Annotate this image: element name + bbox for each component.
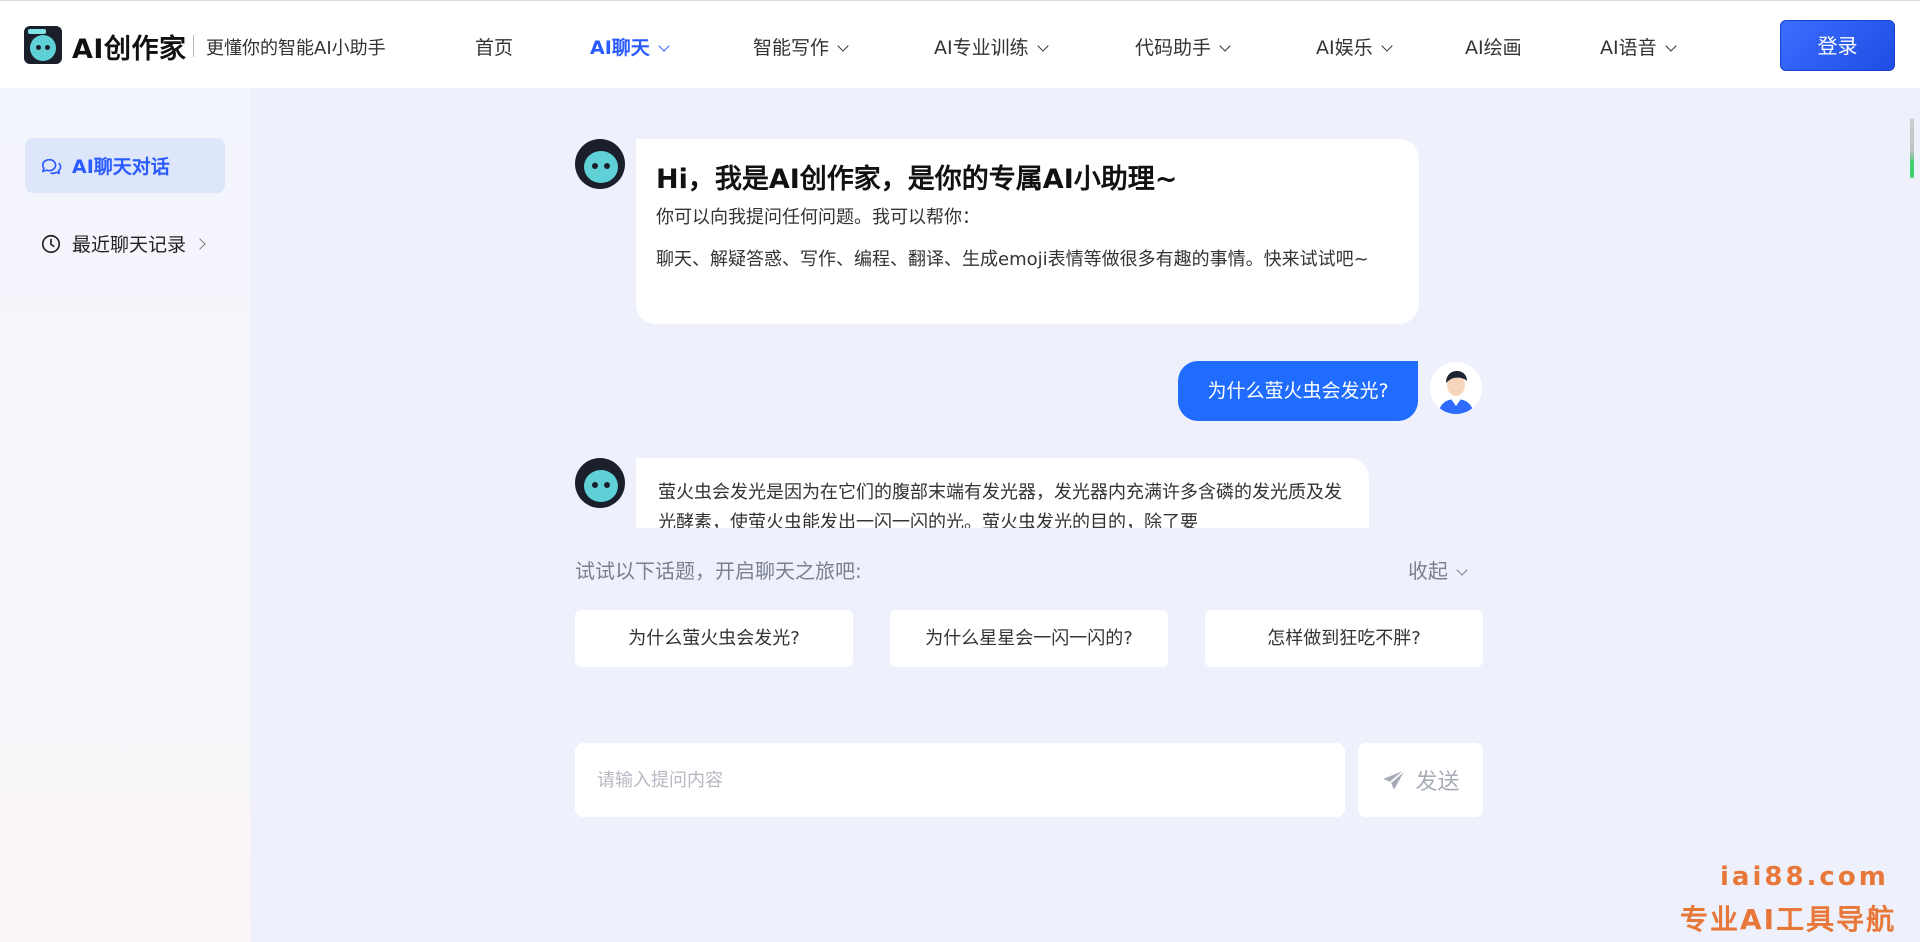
scrollbar[interactable] <box>1910 118 1914 178</box>
nav-label: 代码助手 <box>1135 37 1212 59</box>
nav-home[interactable]: 首页 <box>475 33 513 60</box>
sidebar-item-label: AI聊天对话 <box>72 156 170 178</box>
nav-label: AI聊天 <box>590 37 650 59</box>
nav-ai-entertainment[interactable]: AI娱乐 <box>1316 33 1393 60</box>
nav-label: AI绘画 <box>1465 37 1522 59</box>
chevron-right-icon <box>194 237 206 250</box>
sidebar-item-label: 最近聊天记录 <box>72 234 187 256</box>
nav-ai-training[interactable]: AI专业训练 <box>934 33 1049 60</box>
chevron-down-icon <box>1456 564 1468 576</box>
answer-text: 萤火虫会发光是因为在它们的腹部末端有发光器，发光器内充满许多含磷的发光质及发光酵… <box>658 482 1342 528</box>
chevron-down-icon <box>1380 40 1393 52</box>
nav-ai-voice[interactable]: AI语音 <box>1600 33 1677 60</box>
nav-label: 智能写作 <box>753 37 830 59</box>
topic-suggestion[interactable]: 为什么星星会一闪一闪的? <box>890 610 1168 667</box>
watermark-slogan: 专业AI工具导航 <box>1680 903 1897 936</box>
brand-name[interactable]: AI创作家 <box>72 27 186 66</box>
greeting-bubble: Hi，我是AI创作家，是你的专属AI小助理~ 你可以向我提问任何问题。我可以帮你… <box>636 139 1419 324</box>
nav-code-assistant[interactable]: 代码助手 <box>1135 33 1231 60</box>
nav-ai-painting[interactable]: AI绘画 <box>1465 33 1522 60</box>
sidebar-item-recent-history[interactable]: 最近聊天记录 <box>25 216 225 271</box>
user-avatar-icon <box>1430 362 1482 414</box>
chevron-down-icon <box>658 40 670 52</box>
nav-label: AI专业训练 <box>934 37 1029 59</box>
nav-label: 首页 <box>475 37 514 59</box>
topic-suggestion[interactable]: 为什么萤火虫会发光? <box>575 610 853 667</box>
nav-smart-writing[interactable]: 智能写作 <box>753 33 849 60</box>
send-button[interactable]: 发送 <box>1358 743 1483 817</box>
login-button[interactable]: 登录 <box>1780 20 1895 71</box>
bot-avatar <box>575 458 625 508</box>
chat-bubbles-icon <box>41 158 62 174</box>
nav-label: AI语音 <box>1600 37 1657 59</box>
robot-logo-icon[interactable] <box>24 26 62 64</box>
send-label: 发送 <box>1415 770 1460 795</box>
brand-tagline: 更懂你的智能AI小助手 <box>206 38 386 59</box>
watermark-domain: iai88.com <box>1720 862 1889 892</box>
greeting-line1: 你可以向我提问任何问题。我可以帮你： <box>656 207 980 228</box>
user-avatar <box>1430 362 1482 414</box>
chevron-down-icon <box>837 40 849 52</box>
clock-icon <box>41 234 61 253</box>
sidebar-item-ai-chat[interactable]: AI聊天对话 <box>25 138 225 193</box>
collapse-label: 收起 <box>1408 559 1448 583</box>
chevron-down-icon <box>1664 40 1677 52</box>
chevron-down-icon <box>1219 40 1231 52</box>
sidebar: AI聊天对话 最近聊天记录 <box>0 88 250 942</box>
topics-label: 试试以下话题，开启聊天之旅吧: <box>575 559 862 583</box>
brand-divider <box>193 35 194 57</box>
greeting-line2: 聊天、解疑答惑、写作、编程、翻译、生成emoji表情等做很多有趣的事情。快来试试… <box>656 249 1369 270</box>
greeting-title: Hi，我是AI创作家，是你的专属AI小助理~ <box>656 164 1178 195</box>
question-input[interactable] <box>575 743 1345 817</box>
bot-avatar <box>575 139 625 189</box>
top-navbar: AI创作家 更懂你的智能AI小助手 首页 AI聊天 智能写作 AI专业训练 代码… <box>0 0 1920 88</box>
nav-label: AI娱乐 <box>1316 37 1373 59</box>
topic-suggestion[interactable]: 怎样做到狂吃不胖? <box>1205 610 1483 667</box>
chevron-down-icon <box>1036 40 1049 52</box>
paper-plane-icon <box>1383 769 1406 790</box>
collapse-toggle[interactable]: 收起 <box>1408 555 1468 584</box>
nav-ai-chat[interactable]: AI聊天 <box>590 33 670 60</box>
answer-bubble: 萤火虫会发光是因为在它们的腹部末端有发光器，发光器内充满许多含磷的发光质及发光酵… <box>636 458 1369 528</box>
user-message: 为什么萤火虫会发光? <box>1178 361 1418 421</box>
